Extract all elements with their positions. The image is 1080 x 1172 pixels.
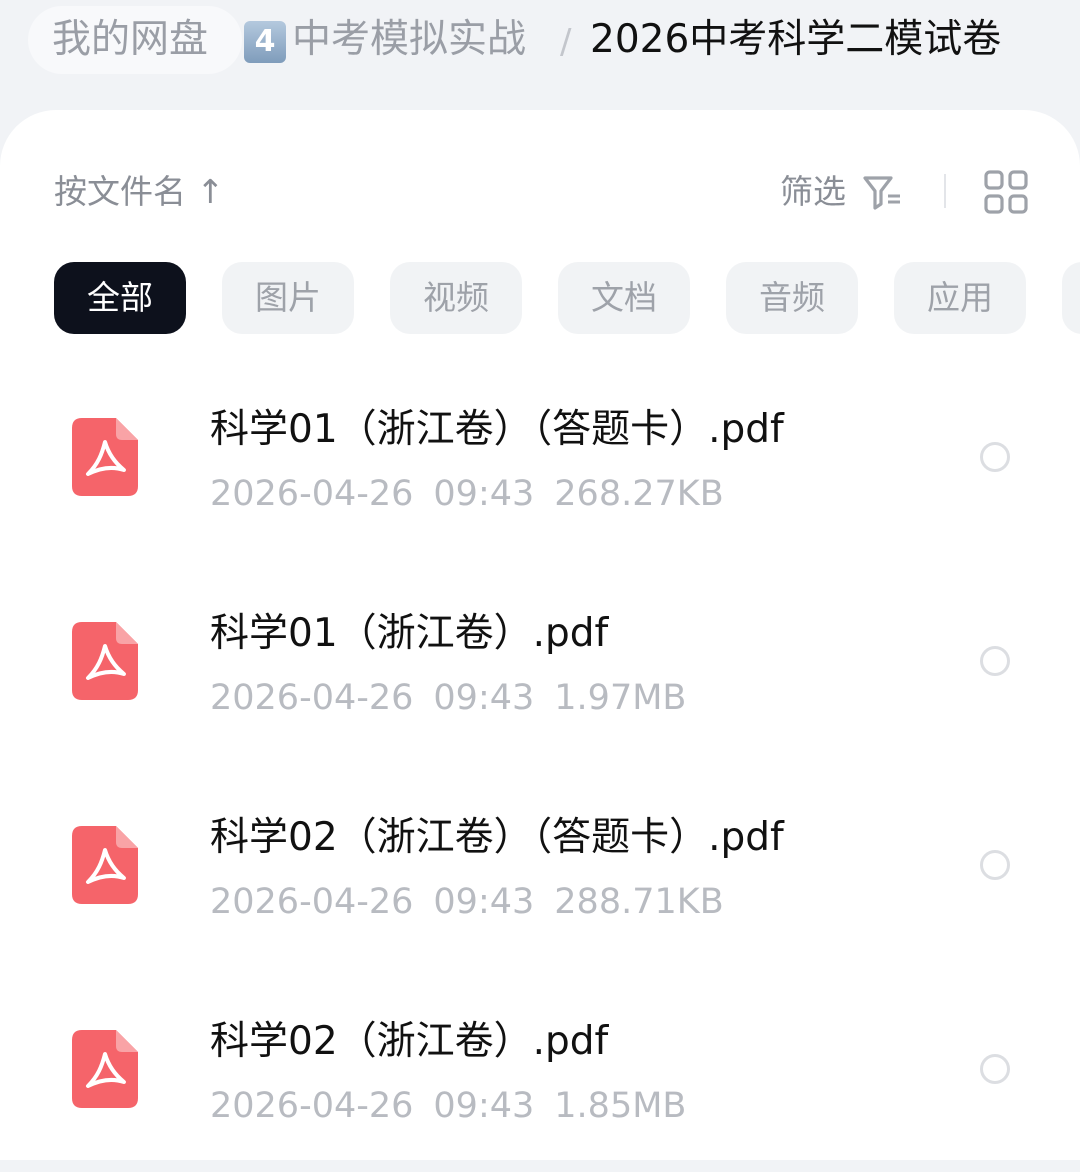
pdf-icon <box>72 1030 138 1108</box>
file-date: 2026-04-26 <box>210 882 414 922</box>
file-row[interactable]: 科学02（浙江卷）.pdf 2026-04-26 09:43 1.85MB <box>0 968 1080 1172</box>
file-date: 2026-04-26 <box>210 474 414 514</box>
file-name: 科学02（浙江卷）（答题卡）.pdf <box>210 815 784 860</box>
file-size: 1.85MB <box>554 1086 687 1126</box>
file-date: 2026-04-26 <box>210 678 414 718</box>
sort-by-name-button[interactable]: 按文件名 ↑ <box>54 172 224 212</box>
breadcrumb: 我的网盘 4 中考模拟实战 / 2026中考科学二模试卷 <box>0 0 1080 80</box>
tab-documents[interactable]: 文档 <box>558 262 690 334</box>
file-time: 09:43 <box>433 1086 535 1126</box>
file-size: 268.27KB <box>554 474 724 514</box>
toolbar-divider <box>944 174 946 208</box>
file-time: 09:43 <box>433 678 535 718</box>
file-size: 1.97MB <box>554 678 687 718</box>
category-tabs: 全部 图片 视频 文档 音频 应用 <box>0 262 1080 336</box>
select-checkbox[interactable] <box>980 442 1010 472</box>
file-row[interactable]: 科学01（浙江卷）（答题卡）.pdf 2026-04-26 09:43 268.27… <box>0 356 1080 560</box>
grid-view-icon[interactable] <box>984 170 1028 214</box>
filter-icon[interactable] <box>862 174 904 212</box>
breadcrumb-root[interactable]: 我的网盘 <box>52 16 208 64</box>
select-checkbox[interactable] <box>980 646 1010 676</box>
file-name: 科学01（浙江卷）（答题卡）.pdf <box>210 407 784 452</box>
file-name: 科学02（浙江卷）.pdf <box>210 1019 609 1064</box>
keycap-four-icon: 4 <box>244 21 286 63</box>
tab-audio[interactable]: 音频 <box>726 262 858 334</box>
file-time: 09:43 <box>433 474 535 514</box>
file-meta: 2026-04-26 09:43 1.85MB <box>210 1084 686 1128</box>
file-date: 2026-04-26 <box>210 1086 414 1126</box>
tab-videos[interactable]: 视频 <box>390 262 522 334</box>
file-time: 09:43 <box>433 882 535 922</box>
file-size: 288.71KB <box>554 882 724 922</box>
file-meta: 2026-04-26 09:43 288.71KB <box>210 880 724 924</box>
filter-button[interactable]: 筛选 <box>780 172 846 212</box>
pdf-icon <box>72 418 138 496</box>
pdf-icon <box>72 826 138 904</box>
file-meta: 2026-04-26 09:43 1.97MB <box>210 676 686 720</box>
breadcrumb-separator: / <box>560 22 572 62</box>
file-row[interactable]: 科学01（浙江卷）.pdf 2026-04-26 09:43 1.97MB <box>0 560 1080 764</box>
pdf-icon <box>72 622 138 700</box>
file-name: 科学01（浙江卷）.pdf <box>210 611 609 656</box>
select-checkbox[interactable] <box>980 850 1010 880</box>
file-meta: 2026-04-26 09:43 268.27KB <box>210 472 724 516</box>
tab-all[interactable]: 全部 <box>54 262 186 334</box>
file-row[interactable]: 科学02（浙江卷）（答题卡）.pdf 2026-04-26 09:43 288.71… <box>0 764 1080 968</box>
breadcrumb-folder[interactable]: 中考模拟实战 <box>292 16 526 64</box>
tab-apps[interactable]: 应用 <box>894 262 1026 334</box>
breadcrumb-current: 2026中考科学二模试卷 <box>590 17 1002 62</box>
select-checkbox[interactable] <box>980 1054 1010 1084</box>
tab-images[interactable]: 图片 <box>222 262 354 334</box>
tab-more[interactable] <box>1062 262 1080 334</box>
